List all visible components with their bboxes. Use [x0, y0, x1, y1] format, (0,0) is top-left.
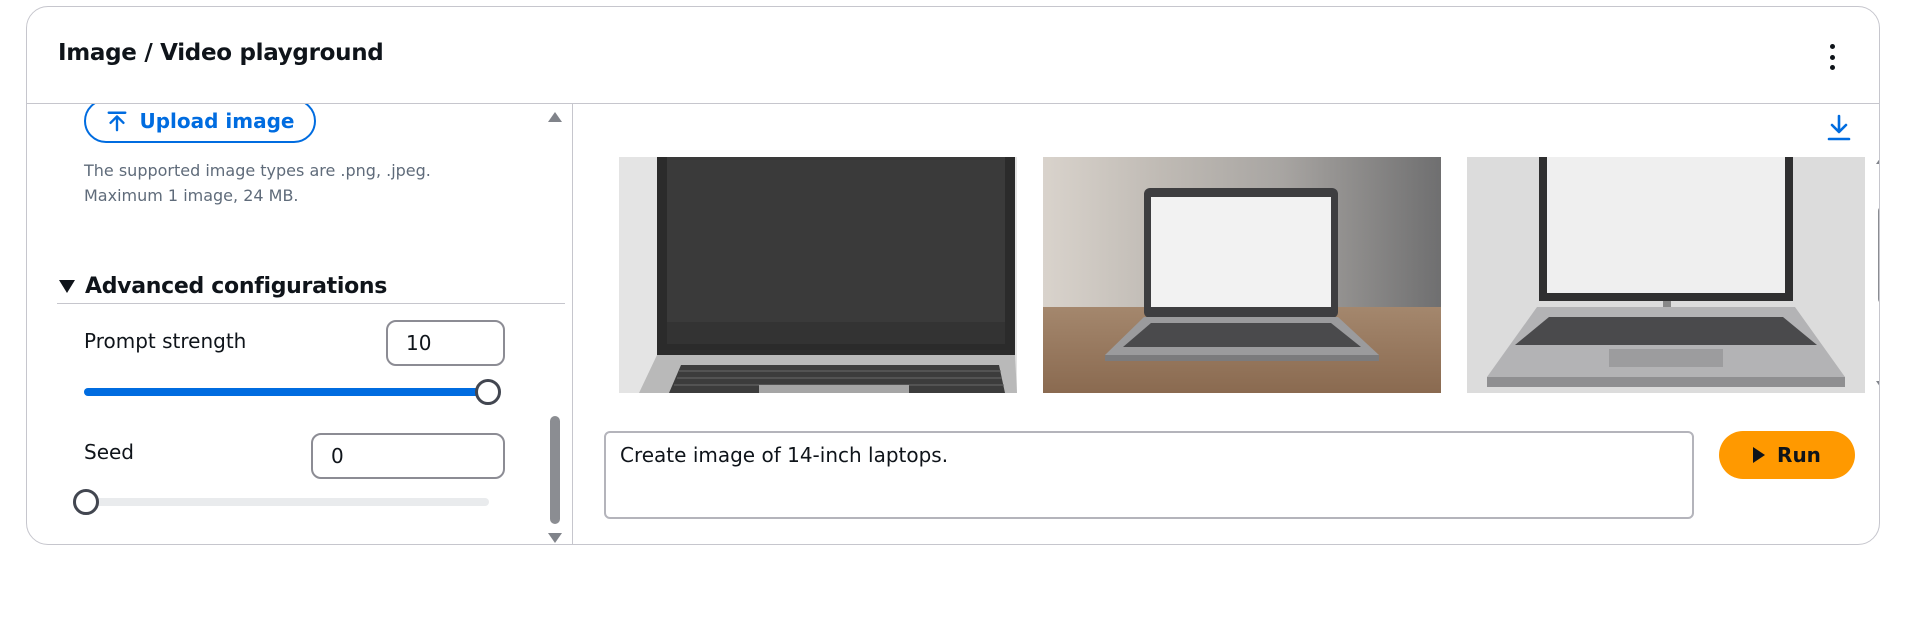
- download-icon[interactable]: [1827, 114, 1851, 142]
- seed-input[interactable]: 0: [311, 433, 505, 479]
- upload-hint: The supported image types are .png, .jpe…: [84, 158, 431, 208]
- playground-panel: Image / Video playground Upload image Th…: [26, 6, 1880, 545]
- advanced-configurations-label: Advanced configurations: [85, 273, 388, 299]
- run-button[interactable]: Run: [1719, 431, 1855, 479]
- configuration-panel: Upload image The supported image types a…: [27, 104, 567, 544]
- seed-slider[interactable]: [84, 498, 489, 506]
- generated-image-2[interactable]: [1043, 157, 1441, 393]
- output-panel: Create image of 14-inch laptops. Run: [573, 104, 1879, 544]
- upload-hint-types: The supported image types are .png, .jpe…: [84, 161, 431, 180]
- upload-image-button[interactable]: Upload image: [84, 104, 316, 143]
- caret-down-icon: [59, 279, 75, 293]
- images-scrollbar-thumb[interactable]: [1878, 206, 1879, 304]
- play-icon: [1753, 447, 1766, 463]
- images-scrollbar[interactable]: [1875, 154, 1879, 394]
- images-scroll-up-icon[interactable]: [1876, 154, 1879, 164]
- upload-hint-limit: Maximum 1 image, 24 MB.: [84, 186, 299, 205]
- images-scroll-down-icon[interactable]: [1876, 381, 1879, 391]
- prompt-strength-slider[interactable]: [84, 388, 489, 396]
- page-title: Image / Video playground: [58, 40, 384, 66]
- config-scrollbar[interactable]: [547, 104, 563, 544]
- more-vertical-icon[interactable]: [1825, 44, 1839, 70]
- config-scrollbar-thumb[interactable]: [550, 416, 560, 524]
- advanced-configurations-toggle[interactable]: Advanced configurations: [57, 269, 565, 304]
- prompt-input[interactable]: Create image of 14-inch laptops.: [604, 431, 1694, 519]
- upload-icon: [107, 111, 126, 132]
- seed-slider-thumb[interactable]: [73, 489, 99, 515]
- prompt-strength-label: Prompt strength: [84, 329, 247, 353]
- run-button-label: Run: [1777, 443, 1821, 467]
- prompt-strength-slider-fill: [84, 388, 489, 396]
- prompt-strength-input[interactable]: 10: [386, 320, 505, 366]
- panel-header: Image / Video playground: [27, 7, 1879, 104]
- prompt-strength-slider-thumb[interactable]: [475, 379, 501, 405]
- upload-button-label: Upload image: [139, 109, 295, 133]
- scroll-down-icon[interactable]: [548, 533, 562, 543]
- generated-image-3[interactable]: [1467, 157, 1865, 393]
- generated-image-1[interactable]: [619, 157, 1017, 393]
- seed-label: Seed: [84, 440, 134, 464]
- scroll-up-icon[interactable]: [548, 112, 562, 122]
